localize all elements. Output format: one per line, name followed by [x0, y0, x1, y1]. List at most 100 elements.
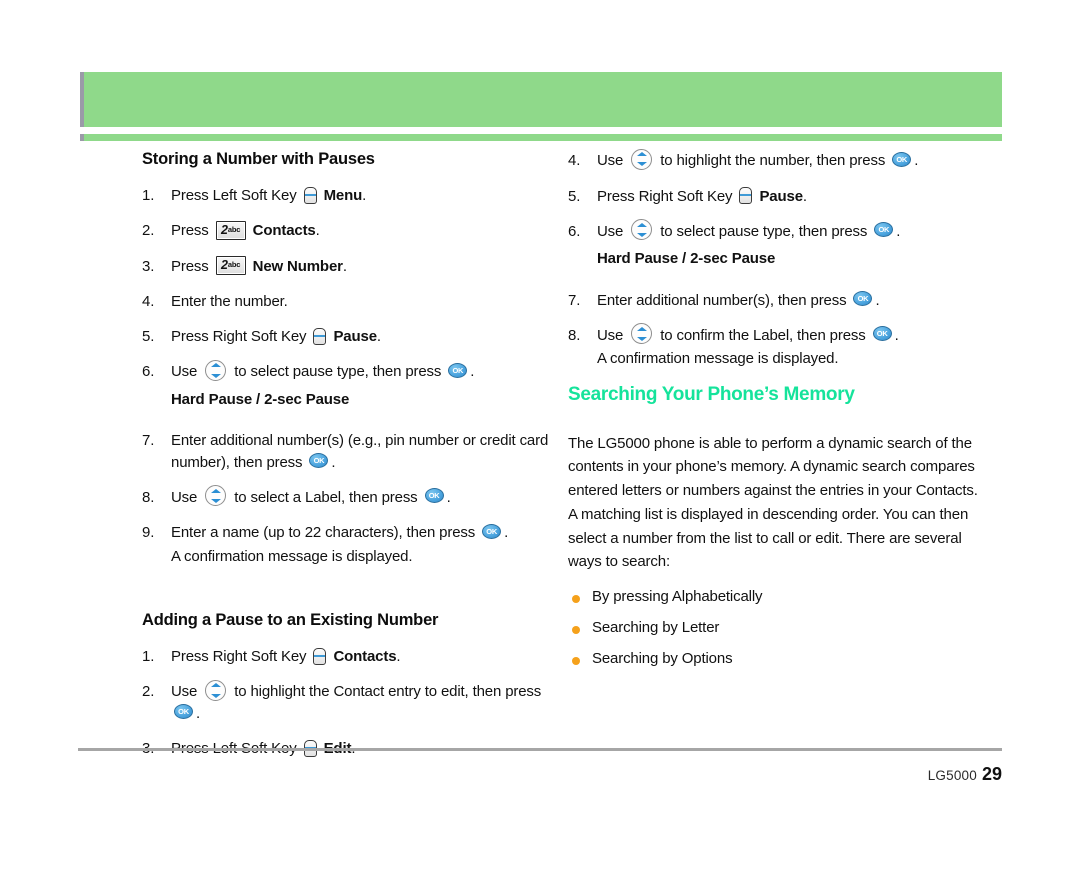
- step-emphasis: Pause: [329, 328, 377, 346]
- list-item: Searching by Letter: [568, 619, 988, 636]
- step-emphasis: New Number: [248, 257, 343, 275]
- footer: LG5000 29: [928, 764, 1002, 785]
- step-item: 5. Press Right Soft Key Pause.: [142, 326, 562, 347]
- step-number: 5.: [568, 187, 581, 205]
- step-text: .: [470, 363, 475, 381]
- step-number: 9.: [142, 524, 155, 542]
- step-text: .: [396, 648, 401, 666]
- step-number: 8.: [142, 488, 155, 506]
- step-text: to select pause type, then press: [230, 363, 446, 381]
- step-text: .: [914, 152, 919, 169]
- step-text: .: [376, 328, 381, 346]
- navigation-up-down-icon: [631, 219, 653, 241]
- footer-page-number: 29: [981, 764, 1002, 784]
- step-text: .: [896, 222, 901, 240]
- step-item: 2. Use to highlight the Contact entry to …: [142, 679, 562, 724]
- step-item: 5. Press Right Soft Key Pause.: [568, 186, 988, 207]
- ok-key-icon: OK: [424, 488, 444, 504]
- ok-key-icon: OK: [309, 453, 329, 469]
- step-number: 2.: [142, 683, 155, 701]
- step-text: Press Right Soft Key: [597, 187, 737, 205]
- manual-page: Storing a Number with Pauses 1. Press Lef…: [0, 0, 1080, 883]
- step-number: 1.: [142, 187, 155, 204]
- step-note: A confirmation message is displayed.: [597, 350, 839, 368]
- step-text: .: [802, 187, 807, 205]
- step-text: Use: [171, 488, 202, 506]
- step-number: 7.: [142, 432, 155, 450]
- step-text: Press: [171, 257, 213, 275]
- step-item: 7. Enter additional number(s) (e.g., pin …: [142, 430, 562, 473]
- step-text: Enter the number.: [171, 292, 288, 310]
- step-text: to confirm the Label, then press: [656, 326, 870, 344]
- step-number: 8.: [568, 326, 581, 344]
- ok-key-icon: OK: [448, 363, 468, 379]
- step-item: 1. Press Left Soft Key Menu.: [142, 185, 562, 206]
- step-text: to select a Label, then press: [230, 488, 422, 506]
- step-item: 7. Enter additional number(s), then press…: [568, 290, 988, 311]
- list-item: By pressing Alphabetically: [568, 588, 988, 605]
- navigation-up-down-icon: [205, 360, 227, 382]
- navigation-up-down-icon: [205, 485, 227, 507]
- step-text: to highlight the Contact entry to edit, …: [230, 683, 542, 701]
- ok-key-icon: OK: [174, 704, 193, 720]
- step-number: 1.: [142, 648, 155, 666]
- footer-brand: LG5000: [927, 768, 977, 783]
- ok-key-icon: OK: [874, 222, 894, 238]
- header-green-band: [80, 72, 1002, 127]
- header-green-rule: [80, 134, 1002, 141]
- step-text: to select pause type, then press: [656, 222, 872, 240]
- soft-key-icon: [303, 186, 317, 204]
- step-text: .: [504, 524, 509, 542]
- step-emphasis: Contacts: [248, 222, 316, 240]
- step-text: Press Right Soft Key: [171, 328, 311, 346]
- step-item: 9. Enter a name (up to 22 characters), th…: [142, 522, 562, 567]
- step-number: 6.: [142, 363, 155, 381]
- steps-adding-pause-cont2: 7. Enter additional number(s), then press…: [568, 290, 988, 370]
- step-item: 3. Press 2abc New Number.: [142, 256, 562, 277]
- step-text: Use: [597, 326, 628, 344]
- pause-types-left: Hard Pause / 2-sec Pause: [171, 391, 350, 409]
- step-item: 6. Use to select pause type, then press O…: [568, 219, 988, 243]
- left-column: Storing a Number with Pauses 1. Press Lef…: [142, 150, 562, 773]
- step-item: 6. Use to select pause type, then press O…: [142, 360, 562, 383]
- step-emphasis: Menu: [319, 187, 363, 204]
- steps-adding-pause-cont: 4. Use to highlight the number, then pres…: [568, 148, 988, 243]
- step-text: .: [331, 453, 336, 471]
- step-text: Use: [597, 222, 628, 240]
- step-item: 1. Press Right Soft Key Contacts.: [142, 646, 562, 667]
- ok-key-icon: OK: [853, 291, 873, 307]
- right-column: 4. Use to highlight the number, then pres…: [568, 148, 988, 681]
- section-heading-adding-pause: Adding a Pause to an Existing Number: [142, 611, 439, 630]
- step-item: 4. Enter the number.: [142, 291, 562, 312]
- step-number: 5.: [142, 328, 155, 346]
- step-number: 7.: [568, 291, 581, 309]
- step-number: 2.: [142, 222, 155, 240]
- footer-divider: [78, 748, 1002, 751]
- navigation-up-down-icon: [631, 323, 653, 345]
- navigation-up-down-icon: [205, 679, 227, 701]
- soft-key-icon: [313, 327, 327, 345]
- step-emphasis: Contacts: [329, 648, 397, 666]
- step-number: 6.: [568, 222, 581, 240]
- step-text: .: [875, 291, 880, 309]
- soft-key-icon: [313, 647, 327, 665]
- step-number: 4.: [568, 152, 581, 169]
- steps-storing-number: 1. Press Left Soft Key Menu. 2. Press 2abc …: [142, 185, 562, 383]
- step-text: Press Left Soft Key: [171, 187, 301, 204]
- ok-key-icon: OK: [482, 523, 502, 539]
- soft-key-icon: [739, 187, 753, 205]
- step-text: Use: [171, 363, 202, 381]
- section-heading-searching-memory: Searching Your Phone’s Memory: [568, 383, 855, 405]
- step-text: Press: [171, 222, 213, 240]
- step-note: A confirmation message is displayed.: [171, 547, 413, 565]
- step-text: .: [196, 704, 201, 722]
- step-text: .: [894, 326, 899, 344]
- step-item: 4. Use to highlight the number, then pres…: [568, 148, 988, 172]
- ok-key-icon: OK: [872, 326, 892, 342]
- step-number: 4.: [142, 292, 155, 310]
- keypad-2abc-icon: 2abc: [215, 256, 246, 276]
- list-item: Searching by Options: [568, 650, 988, 667]
- step-text: to highlight the number, then press: [656, 152, 890, 169]
- step-text: Enter additional number(s), then press: [597, 291, 851, 309]
- ok-key-icon: OK: [892, 151, 912, 167]
